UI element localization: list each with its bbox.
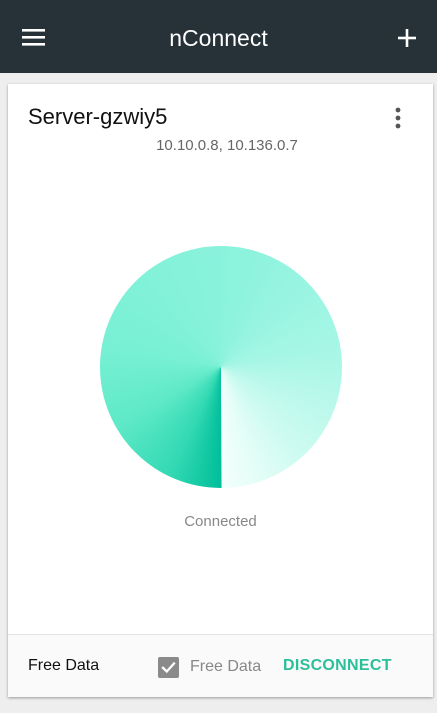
plan-label: Free Data	[28, 657, 100, 674]
checkbox-checked-icon	[158, 656, 179, 678]
connection-status-indicator[interactable]	[100, 246, 342, 488]
add-server-button[interactable]	[391, 22, 423, 54]
connection-status-circle-icon	[100, 246, 342, 488]
free-data-checkbox[interactable]: Free Data	[158, 655, 261, 679]
connection-status-label: Connected	[184, 513, 257, 530]
more-options-button[interactable]	[386, 104, 410, 134]
more-vertical-icon	[395, 107, 401, 129]
card-footer: Free Data Free Data DISCONNECT	[8, 634, 433, 697]
free-data-checkbox-label: Free Data	[190, 658, 262, 675]
server-ip-addresses: 10.10.0.8, 10.136.0.7	[156, 137, 298, 154]
plus-icon	[398, 29, 416, 47]
app-title: nConnect	[169, 25, 268, 51]
disconnect-button[interactable]: DISCONNECT	[283, 657, 392, 675]
app-bar: nConnect	[0, 0, 437, 73]
server-card: Server-gzwiy5 10.10.0.8, 10.136.0.7 Conn…	[8, 84, 433, 697]
server-name: Server-gzwiy5	[28, 104, 168, 129]
